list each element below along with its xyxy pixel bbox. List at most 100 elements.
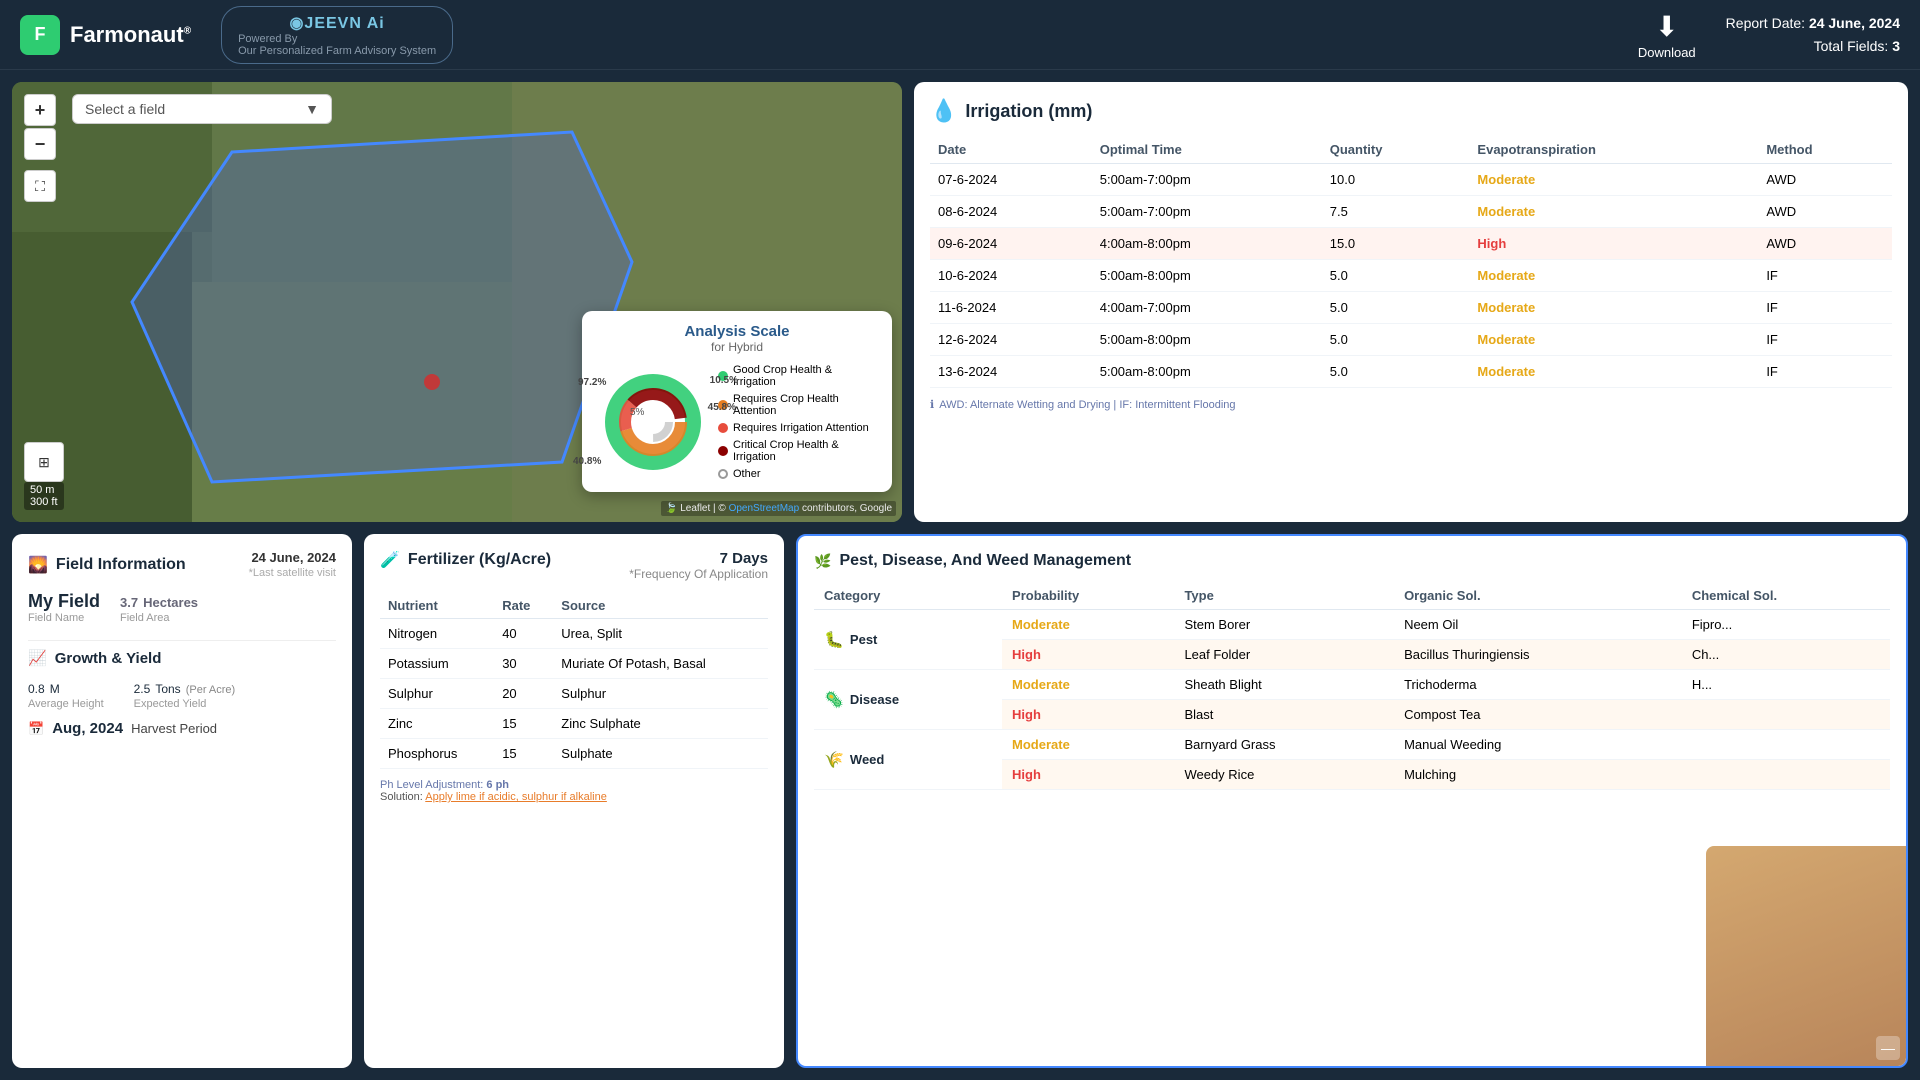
growth-header: 📈 Growth & Yield (28, 649, 336, 667)
fert-icon: 🧪 (380, 550, 400, 570)
map-scale: 50 m 300 ft (24, 482, 64, 510)
legend-item-other: Other (718, 468, 876, 480)
field-name-stat: My Field Field Name (28, 591, 100, 624)
pest-chemical (1682, 700, 1890, 730)
pest-category: 🐛 Pest (814, 610, 1002, 670)
irr-date: 10-6-2024 (930, 260, 1092, 292)
irr-method: IF (1758, 260, 1892, 292)
irr-time: 4:00am-8:00pm (1092, 228, 1322, 260)
fertilizer-panel: 🧪 Fertilizer (Kg/Acre) 7 Days *Frequency… (364, 534, 784, 1068)
irr-qty: 15.0 (1322, 228, 1470, 260)
irrigation-header: 💧 Irrigation (mm) (930, 98, 1892, 124)
irr-time: 5:00am-8:00pm (1092, 260, 1322, 292)
fertilizer-table: Nutrient Rate Source Nitrogen 40 Urea, S… (380, 593, 768, 769)
irr-date: 09-6-2024 (930, 228, 1092, 260)
pest-type: Leaf Folder (1174, 640, 1394, 670)
analysis-body: 97.2% 10.5% 45.8% 40.8% 5% Good Crop Hea… (598, 364, 876, 480)
height-value: 0.8 M (28, 677, 104, 698)
pest-type: Barnyard Grass (1174, 730, 1394, 760)
pest-header-row: Category Probability Type Organic Sol. C… (814, 582, 1890, 610)
irr-method: IF (1758, 292, 1892, 324)
irr-qty: 5.0 (1322, 292, 1470, 324)
divider (28, 640, 336, 641)
fert-nutrient: Nitrogen (380, 619, 494, 649)
irrigation-row: 13-6-2024 5:00am-8:00pm 5.0 Moderate IF (930, 356, 1892, 388)
irr-method: IF (1758, 324, 1892, 356)
top-row: + − ⛶ Select a field ▼ ⊞ 50 m 300 ft (12, 82, 1908, 522)
map-layer-button[interactable]: ⊞ (24, 442, 64, 482)
legend-label-irr: Requires Irrigation Attention (733, 422, 869, 434)
fert-solution-text: Apply lime if acidic, sulphur if alkalin… (425, 791, 607, 803)
analysis-subtitle: for Hybrid (598, 340, 876, 354)
bottom-row: 🌄 Field Information 24 June, 2024 *Last … (12, 534, 1908, 1068)
fert-nutrient: Phosphorus (380, 739, 494, 769)
map-panel: + − ⛶ Select a field ▼ ⊞ 50 m 300 ft (12, 82, 902, 522)
brand-name: Farmonaut® (70, 22, 191, 48)
pest-title: Pest, Disease, And Weed Management (839, 552, 1131, 570)
irr-method: AWD (1758, 164, 1892, 196)
jeevn-tagline: Powered ByOur Personalized Farm Advisory… (238, 33, 436, 57)
irrigation-panel: 💧 Irrigation (mm) Date Optimal Time Quan… (914, 82, 1908, 522)
irr-evap: Moderate (1469, 164, 1758, 196)
pest-prob: Moderate (1002, 610, 1174, 640)
growth-icon: 📈 (28, 649, 47, 667)
main-content: + − ⛶ Select a field ▼ ⊞ 50 m 300 ft (0, 70, 1920, 1080)
pest-type: Sheath Blight (1174, 670, 1394, 700)
fi-date: 24 June, 2024 *Last satellite visit (249, 550, 336, 579)
cat-icon: 🐛 (824, 630, 844, 650)
pest-icon: 🌿 (814, 553, 831, 570)
logo-area: F Farmonaut® (20, 15, 191, 55)
video-minimize-button[interactable]: — (1876, 1036, 1900, 1060)
zoom-in-button[interactable]: + (24, 94, 56, 126)
download-button[interactable]: ⬇ Download (1638, 10, 1696, 60)
pest-organic: Compost Tea (1394, 700, 1682, 730)
pest-prob: High (1002, 640, 1174, 670)
pest-col-organic: Organic Sol. (1394, 582, 1682, 610)
pest-prob: High (1002, 700, 1174, 730)
download-icon: ⬇ (1655, 10, 1678, 43)
height-stat: 0.8 M Average Height (28, 677, 104, 710)
irr-time: 4:00am-7:00pm (1092, 292, 1322, 324)
legend-item-good: Good Crop Health & Irrigation (718, 364, 876, 388)
fert-solution: Solution: Apply lime if acidic, sulphur … (380, 791, 768, 803)
field-select-dropdown[interactable]: Select a field ▼ (72, 94, 332, 124)
pest-type: Stem Borer (1174, 610, 1394, 640)
irrigation-header-row: Date Optimal Time Quantity Evapotranspir… (930, 136, 1892, 164)
pest-category: 🦠 Disease (814, 670, 1002, 730)
pest-organic: Trichoderma (1394, 670, 1682, 700)
legend-dot-critical (718, 446, 728, 456)
pest-row: 🦠 Disease Moderate Sheath Blight Trichod… (814, 670, 1890, 700)
legend-dot-other (718, 469, 728, 479)
irrigation-row: 07-6-2024 5:00am-7:00pm 10.0 Moderate AW… (930, 164, 1892, 196)
pest-chemical (1682, 760, 1890, 790)
fullscreen-button[interactable]: ⛶ (24, 170, 56, 202)
pest-organic: Bacillus Thuringiensis (1394, 640, 1682, 670)
field-select-label: Select a field (85, 101, 165, 117)
legend-label-critical: Critical Crop Health & Irrigation (733, 439, 876, 463)
analysis-legend: Good Crop Health & Irrigation Requires C… (718, 364, 876, 480)
chevron-down-icon: ▼ (305, 101, 319, 117)
fert-rate: 15 (494, 709, 553, 739)
irrigation-table: Date Optimal Time Quantity Evapotranspir… (930, 136, 1892, 388)
field-name-label: Field Name (28, 612, 100, 624)
irrigation-row: 11-6-2024 4:00am-7:00pm 5.0 Moderate IF (930, 292, 1892, 324)
harvest-label: Harvest Period (131, 721, 217, 736)
fert-col-source: Source (553, 593, 768, 619)
pct-458-label: 45.8% (708, 402, 736, 413)
height-label: Average Height (28, 698, 104, 710)
irrigation-icon: 💧 (930, 98, 957, 124)
irr-col-qty: Quantity (1322, 136, 1470, 164)
irr-method: IF (1758, 356, 1892, 388)
legend-item-critical: Critical Crop Health & Irrigation (718, 439, 876, 463)
total-fields: Total Fields: 3 (1726, 35, 1900, 57)
pest-prob: High (1002, 760, 1174, 790)
pest-organic: Mulching (1394, 760, 1682, 790)
cat-name: Pest (850, 632, 877, 647)
irr-evap: Moderate (1469, 260, 1758, 292)
pest-category: 🌾 Weed (814, 730, 1002, 790)
legend-item-irr-attention: Requires Irrigation Attention (718, 422, 876, 434)
field-area-value: 3.7 Hectares (120, 591, 198, 612)
zoom-out-button[interactable]: − (24, 128, 56, 160)
pest-col-type: Type (1174, 582, 1394, 610)
irr-col-evap: Evapotranspiration (1469, 136, 1758, 164)
